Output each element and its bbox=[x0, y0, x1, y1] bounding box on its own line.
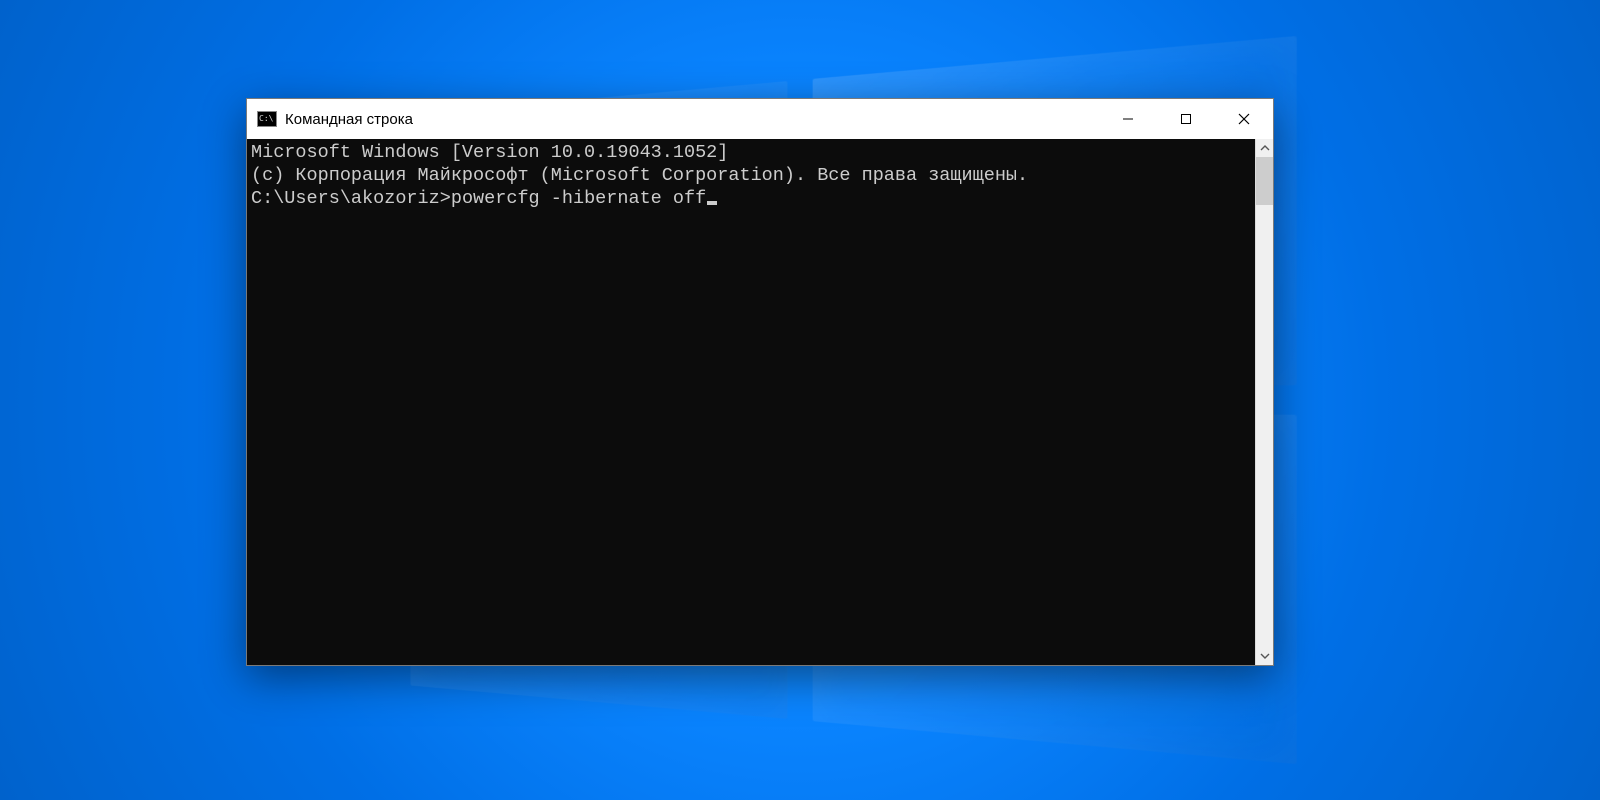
maximize-button[interactable] bbox=[1157, 99, 1215, 139]
terminal-line: (c) Корпорация Майкрософт (Microsoft Cor… bbox=[251, 164, 1251, 187]
window-title: Командная строка bbox=[285, 111, 413, 128]
scroll-up-button[interactable] bbox=[1256, 139, 1273, 157]
close-button[interactable] bbox=[1215, 99, 1273, 139]
cursor-icon bbox=[707, 201, 717, 205]
close-icon bbox=[1238, 113, 1250, 125]
client-area: Microsoft Windows [Version 10.0.19043.10… bbox=[247, 139, 1273, 665]
window-controls bbox=[1099, 99, 1273, 139]
chevron-up-icon bbox=[1260, 143, 1270, 153]
titlebar-left: Командная строка bbox=[257, 111, 413, 128]
minimize-button[interactable] bbox=[1099, 99, 1157, 139]
scroll-down-button[interactable] bbox=[1256, 647, 1273, 665]
vertical-scrollbar[interactable] bbox=[1255, 139, 1273, 665]
terminal-command: powercfg -hibernate off bbox=[451, 188, 706, 209]
terminal-prompt: C:\Users\akozoriz> bbox=[251, 188, 451, 209]
terminal-line: Microsoft Windows [Version 10.0.19043.10… bbox=[251, 141, 1251, 164]
cmd-icon bbox=[257, 111, 277, 127]
terminal-prompt-line: C:\Users\akozoriz>powercfg -hibernate of… bbox=[251, 187, 1251, 210]
scrollbar-thumb[interactable] bbox=[1256, 157, 1273, 205]
chevron-down-icon bbox=[1260, 651, 1270, 661]
minimize-icon bbox=[1122, 113, 1134, 125]
scrollbar-track[interactable] bbox=[1256, 157, 1273, 647]
terminal-output[interactable]: Microsoft Windows [Version 10.0.19043.10… bbox=[247, 139, 1255, 665]
maximize-icon bbox=[1180, 113, 1192, 125]
titlebar[interactable]: Командная строка bbox=[247, 99, 1273, 139]
command-prompt-window: Командная строка Microsoft Windows [Vers… bbox=[246, 98, 1274, 666]
